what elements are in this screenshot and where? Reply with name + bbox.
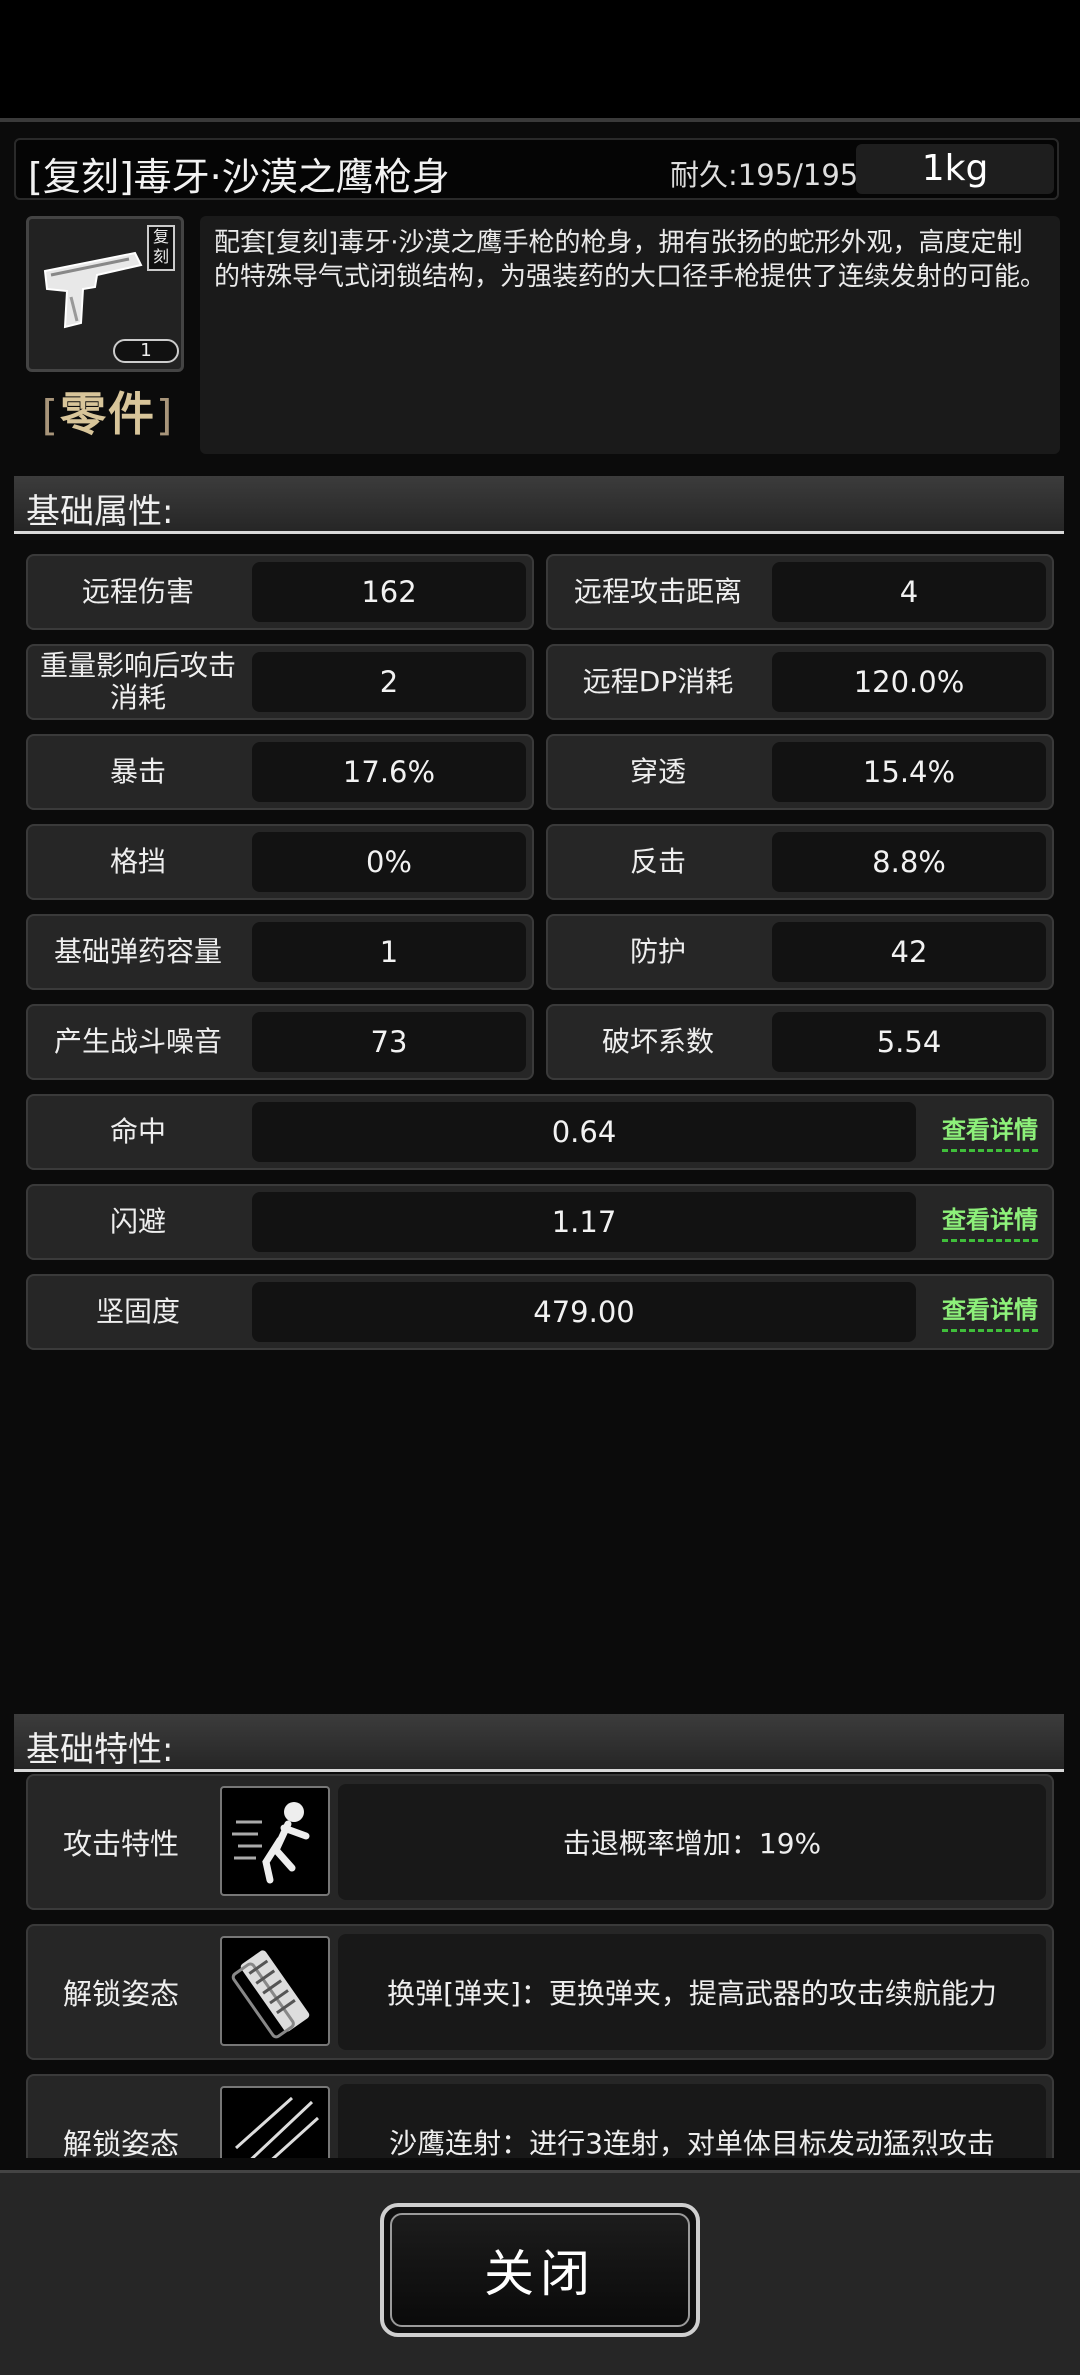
attribute-row: 暴击 17.6% — [26, 734, 534, 810]
view-details-link[interactable]: 查看详情 — [942, 1110, 1038, 1152]
close-button-label: 关闭 — [390, 2213, 690, 2327]
attribute-label: 坚固度 — [95, 1295, 180, 1328]
attribute-label: 破坏系数 — [601, 1025, 714, 1058]
attribute-value: 73 — [252, 1012, 526, 1072]
reproduction-tag: 复刻 — [147, 225, 175, 271]
attribute-value: 0.64 — [252, 1102, 916, 1162]
trait-row: 解锁姿态 沙鹰连射：进行3连射，对单体目标发动猛烈攻击 — [26, 2074, 1054, 2158]
attribute-value: 8.8% — [772, 832, 1046, 892]
attribute-value: 42 — [772, 922, 1046, 982]
attribute-label: 远程DP消耗 — [582, 665, 734, 698]
attribute-label: 穿透 — [629, 755, 686, 788]
attribute-row: 重量影响后攻击消耗 2 — [26, 644, 534, 720]
trait-label: 解锁姿态 — [62, 2127, 179, 2158]
attribute-row: 防护 42 — [546, 914, 1054, 990]
attribute-label: 格挡 — [109, 845, 166, 878]
attribute-label: 命中 — [109, 1115, 166, 1148]
attribute-label: 远程伤害 — [81, 575, 194, 608]
attribute-label: 重量影响后攻击消耗 — [39, 649, 236, 714]
category-label: 零件 — [60, 387, 156, 441]
knockback-icon — [220, 1786, 330, 1896]
attribute-row: 格挡 0% — [26, 824, 534, 900]
weight-box: 1kg — [856, 144, 1054, 194]
trait-row: 攻击特性 击退概率增加：19% — [26, 1774, 1054, 1910]
section-title: 基础属性: — [26, 492, 174, 532]
attribute-value: 1.17 — [252, 1192, 916, 1252]
wide-attribute-row: 闪避 1.17 查看详情 — [26, 1184, 1054, 1260]
wide-attribute-row: 坚固度 479.00 查看详情 — [26, 1274, 1054, 1350]
trait-row: 解锁姿态 换弹[弹夹]：更换弹夹，提高武器的攻击续航能力 — [26, 1924, 1054, 2060]
footer-bar: 关闭 — [0, 2170, 1080, 2375]
section-title: 基础特性: — [26, 1730, 174, 1770]
item-description: 配套[复刻]毒牙·沙漠之鹰手枪的枪身，拥有张扬的蛇形外观，高度定制的特殊导气式闭… — [200, 216, 1060, 454]
attribute-row: 产生战斗噪音 73 — [26, 1004, 534, 1080]
view-details-link[interactable]: 查看详情 — [942, 1200, 1038, 1242]
attribute-row: 基础弹药容量 1 — [26, 914, 534, 990]
trait-label: 攻击特性 — [62, 1827, 179, 1861]
attribute-label: 基础弹药容量 — [53, 935, 222, 968]
durability-text: 耐久:195/195 — [670, 158, 859, 192]
wide-attribute-row: 命中 0.64 查看详情 — [26, 1094, 1054, 1170]
category-open-bracket: [ — [41, 391, 60, 440]
pistol-frame-icon — [43, 251, 143, 329]
attribute-row: 远程伤害 162 — [26, 554, 534, 630]
attribute-row: 远程DP消耗 120.0% — [546, 644, 1054, 720]
item-category: [零件] — [28, 382, 188, 446]
section-basic-attributes: 基础属性: — [14, 476, 1064, 534]
section-basic-traits: 基础特性: — [14, 1714, 1064, 1772]
item-header: [复刻]毒牙·沙漠之鹰枪身 耐久:195/195 1kg — [14, 138, 1059, 200]
trait-label: 解锁姿态 — [62, 1977, 179, 2011]
attribute-value: 162 — [252, 562, 526, 622]
attribute-row: 穿透 15.4% — [546, 734, 1054, 810]
traits-list[interactable]: 攻击特性 击退概率增加：19% 解锁姿态 换弹[弹夹]：更换弹夹，提高武器的攻击… — [14, 1774, 1066, 2158]
attribute-row: 反击 8.8% — [546, 824, 1054, 900]
item-name: [复刻]毒牙·沙漠之鹰枪身 — [28, 155, 450, 199]
attribute-value: 120.0% — [772, 652, 1046, 712]
category-close-bracket: ] — [156, 391, 175, 440]
rapid-fire-icon — [220, 2086, 330, 2158]
close-button[interactable]: 关闭 — [380, 2203, 700, 2337]
attribute-value: 0% — [252, 832, 526, 892]
attribute-label: 防护 — [629, 935, 686, 968]
attribute-label: 产生战斗噪音 — [53, 1025, 222, 1058]
attribute-label: 暴击 — [109, 755, 166, 788]
trait-description: 击退概率增加：19% — [338, 1784, 1046, 1900]
attribute-value: 5.54 — [772, 1012, 1046, 1072]
item-count: 1 — [113, 339, 179, 363]
attribute-label: 远程攻击距离 — [573, 575, 742, 608]
attribute-row: 远程攻击距离 4 — [546, 554, 1054, 630]
attribute-row: 破坏系数 5.54 — [546, 1004, 1054, 1080]
attribute-value: 2 — [252, 652, 526, 712]
item-icon-frame: 复刻 1 — [26, 216, 184, 372]
magazine-reload-icon — [220, 1936, 330, 2046]
attribute-value: 17.6% — [252, 742, 526, 802]
attribute-value: 1 — [252, 922, 526, 982]
attribute-label: 闪避 — [109, 1205, 166, 1238]
attribute-value: 15.4% — [772, 742, 1046, 802]
attribute-value: 479.00 — [252, 1282, 916, 1342]
trait-description: 换弹[弹夹]：更换弹夹，提高武器的攻击续航能力 — [338, 1934, 1046, 2050]
attribute-label: 反击 — [629, 845, 686, 878]
view-details-link[interactable]: 查看详情 — [942, 1290, 1038, 1332]
trait-description: 沙鹰连射：进行3连射，对单体目标发动猛烈攻击 — [338, 2084, 1046, 2158]
attribute-value: 4 — [772, 562, 1046, 622]
